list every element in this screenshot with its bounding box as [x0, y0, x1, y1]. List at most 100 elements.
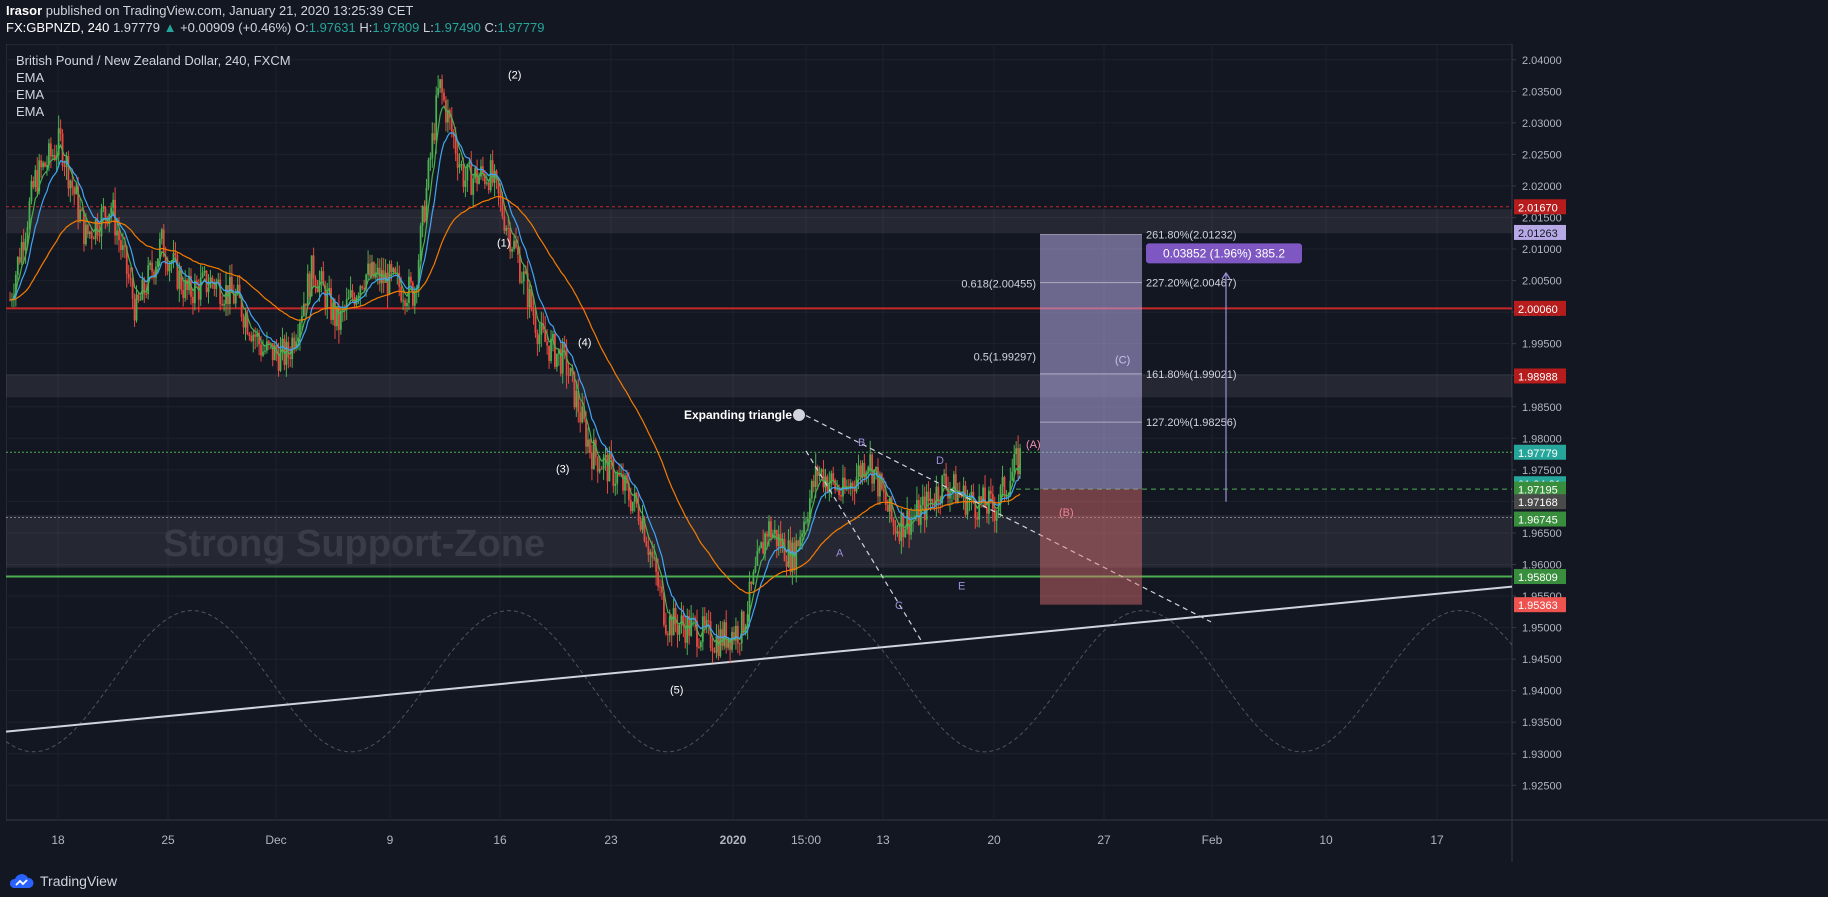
candle-body	[840, 495, 842, 497]
candle-body	[176, 255, 179, 289]
time-tick-label: 10	[1319, 833, 1333, 847]
price-tick-label: 2.03500	[1522, 86, 1562, 98]
candle-body	[795, 540, 798, 571]
candle-body	[133, 298, 136, 321]
candle-body	[427, 159, 430, 188]
chart-frame[interactable]: Strong Support-Zone Expanding triangle (1)…	[6, 44, 1828, 862]
candle-body	[569, 367, 572, 376]
candle-body	[419, 225, 422, 260]
candle-body	[285, 341, 288, 365]
candle-body	[88, 231, 91, 235]
candle-body	[507, 227, 510, 229]
candle-body	[182, 289, 185, 298]
candle-body	[758, 548, 761, 552]
legend-title[interactable]: British Pound / New Zealand Dollar, 240,…	[16, 52, 291, 69]
candle-body	[102, 206, 105, 209]
candle-body	[22, 241, 25, 251]
candle-body	[137, 294, 140, 300]
candle-body	[715, 636, 718, 653]
price-tick-label: 2.01000	[1522, 244, 1562, 256]
price-tick-label: 2.04000	[1522, 55, 1562, 67]
candle-body	[964, 485, 967, 515]
price-tick-label: 2.02000	[1522, 181, 1562, 193]
candle-body	[400, 286, 403, 301]
candle-body	[908, 510, 911, 535]
candle-body	[659, 586, 661, 588]
candle-body	[600, 468, 603, 470]
legend-study-ema-1[interactable]: EMA	[16, 69, 291, 86]
candle-body	[859, 465, 862, 478]
price-tick-label: 1.94500	[1522, 654, 1562, 666]
candle-body	[736, 625, 739, 644]
price-tick-label: 1.93500	[1522, 717, 1562, 729]
candle-body	[896, 531, 899, 534]
candle-body	[454, 136, 457, 154]
zone-band-1	[6, 373, 1512, 398]
publish-text: published on TradingView.com, January 21…	[45, 3, 414, 18]
close-label: C:	[484, 20, 498, 35]
candle-body	[250, 336, 253, 342]
symbol-name[interactable]: FX:GBPNZD, 240	[6, 20, 109, 35]
candle-body	[112, 199, 115, 208]
tradingview-brand-text: TradingView	[40, 873, 118, 889]
candle-body	[1011, 471, 1014, 481]
candle-body	[478, 176, 480, 184]
candle-body	[699, 641, 702, 648]
high-label: H:	[359, 20, 373, 35]
candle-body	[369, 263, 371, 276]
candle-body	[916, 499, 918, 516]
candle-body	[349, 290, 352, 298]
legend-study-ema-3[interactable]: EMA	[16, 103, 291, 120]
candle-body	[386, 272, 389, 295]
candle-body	[404, 300, 406, 306]
candle-body	[538, 334, 541, 345]
candle-body	[203, 270, 206, 273]
time-tick-label: 17	[1430, 833, 1444, 847]
candle-body	[503, 216, 506, 231]
candle-body	[945, 473, 947, 488]
tradingview-branding[interactable]: TradingView	[8, 873, 117, 889]
high-value: 1.97809	[372, 20, 420, 35]
candle-body	[653, 557, 656, 559]
candle-body	[219, 279, 222, 305]
candle-body	[207, 287, 210, 293]
candle-body	[184, 279, 187, 298]
time-tick-label: 18	[51, 833, 65, 847]
candle-body	[647, 546, 650, 555]
candle-body	[42, 162, 44, 168]
candle-body	[984, 487, 986, 508]
candle-body	[178, 270, 181, 289]
candle-body	[423, 206, 426, 222]
candle-body	[522, 271, 525, 282]
candle-body	[304, 303, 307, 306]
candle-body	[129, 278, 132, 280]
candle-body	[367, 263, 369, 275]
candle-body	[598, 468, 601, 472]
price-badge-label-8: 1.96745	[1518, 515, 1558, 527]
candle-body	[676, 624, 679, 635]
legend-study-ema-2[interactable]: EMA	[16, 86, 291, 103]
candle-body	[713, 651, 716, 653]
author-name[interactable]: Irasor	[6, 3, 42, 18]
candle-body	[853, 488, 856, 492]
candle-body	[723, 622, 726, 646]
candle-body	[805, 521, 807, 523]
price-chart[interactable]: Strong Support-Zone Expanding triangle (1)…	[6, 44, 1828, 862]
candle-body	[406, 302, 408, 306]
triangle-anchor-dot	[793, 408, 805, 421]
candle-body	[777, 534, 780, 547]
candle-body	[260, 344, 262, 356]
open-value: 1.97631	[308, 20, 356, 35]
candle-body	[121, 245, 124, 250]
candle-body	[978, 496, 981, 520]
candle-body	[645, 541, 648, 547]
candle-body	[254, 334, 257, 337]
candle-body	[532, 308, 535, 317]
candle-body	[606, 454, 609, 482]
candle-body	[993, 508, 996, 521]
candle-body	[639, 521, 642, 530]
candle-body	[707, 620, 710, 622]
zone-band-0	[6, 209, 1512, 234]
price-badge-label-9: 1.95809	[1518, 572, 1558, 584]
candle-body	[886, 504, 889, 512]
